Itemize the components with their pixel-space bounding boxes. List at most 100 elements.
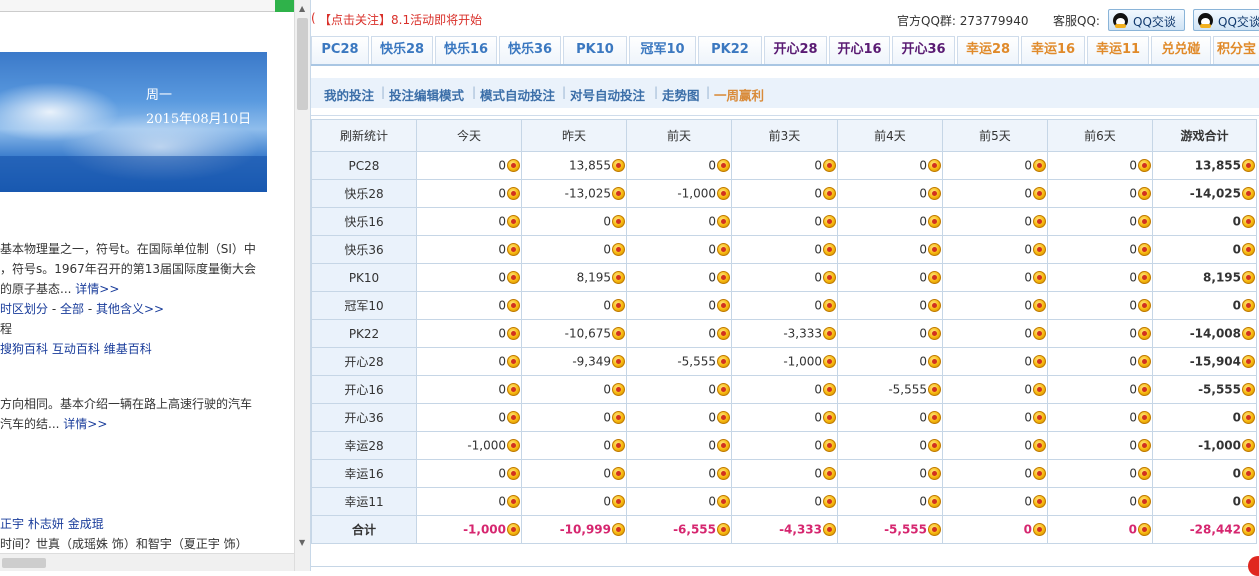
value-text: 0 <box>603 466 611 481</box>
value-text: 0 <box>708 326 716 341</box>
gold-coin-icon <box>823 411 836 425</box>
value-text: 0 <box>603 214 611 229</box>
scroll-up-arrow-icon[interactable]: ▲ <box>299 4 305 13</box>
snippet-line: 方向相同。基本介绍一辆在路上高速行驶的汽车 <box>0 396 252 412</box>
subnav-link[interactable]: 走势图 <box>662 85 700 104</box>
value-text: 0 <box>708 410 716 425</box>
follow-link[interactable]: 【点击关注】 <box>319 11 391 28</box>
qq-chat-button[interactable]: QQ交谈 <box>1108 9 1185 31</box>
value-text: 0 <box>498 466 506 481</box>
subnav-link[interactable]: 模式自动投注 <box>480 85 555 104</box>
value-text: 0 <box>603 410 611 425</box>
value-cell: 0 <box>521 207 627 236</box>
value-cell: -15,904 <box>1152 347 1257 376</box>
gold-coin-icon <box>717 495 730 509</box>
tab-game[interactable]: 快乐36 <box>499 36 561 64</box>
value-text: 0 <box>1024 494 1032 509</box>
snippet-link[interactable]: 搜狗百科 <box>0 342 48 356</box>
snippet-link[interactable]: 朴志妍 <box>28 517 64 531</box>
subnav-link[interactable]: 我的投注 <box>324 85 374 104</box>
value-text: -9,349 <box>572 354 611 369</box>
value-cell: 0 <box>731 235 838 264</box>
value-cell: -13,025 <box>521 179 627 208</box>
row-label: PC28 <box>311 151 417 180</box>
value-cell: 0 <box>626 375 732 404</box>
qq-chat-button[interactable]: QQ交谈 <box>1193 9 1259 31</box>
gold-coin-icon <box>507 299 520 313</box>
value-cell: 13,855 <box>521 151 627 180</box>
event-notice-link[interactable]: 8.1活动即将开始 <box>391 11 482 28</box>
gold-coin-icon <box>928 355 941 369</box>
value-cell: 0 <box>731 179 838 208</box>
subnav-link[interactable]: 一周赢利 <box>714 85 764 104</box>
column-header: 前6天 <box>1047 119 1153 152</box>
tab-game[interactable]: 快乐16 <box>435 36 497 64</box>
subnav-link[interactable]: 对号自动投注 <box>570 85 645 104</box>
tab-game[interactable]: 开心28 <box>764 36 827 64</box>
tab-game[interactable]: PK22 <box>698 36 762 64</box>
value-text: 0 <box>498 326 506 341</box>
snippet-link[interactable]: 金成琨 <box>68 517 104 531</box>
snippet-link[interactable]: 详情>> <box>71 282 119 296</box>
tab-game[interactable]: 冠军10 <box>629 36 696 64</box>
floating-red-badge[interactable] <box>1248 556 1259 576</box>
value-text: 0 <box>498 494 506 509</box>
row-label: 幸运28 <box>311 431 417 460</box>
value-cell: -6,555 <box>626 515 732 544</box>
value-cell: 0 <box>416 263 522 292</box>
snippet-link[interactable]: 正宇 <box>0 517 24 531</box>
tab-game[interactable]: 积分宝 <box>1213 36 1259 64</box>
tab-game[interactable]: 幸运16 <box>1021 36 1085 64</box>
tab-game[interactable]: 快乐28 <box>371 36 433 64</box>
value-text: -14,008 <box>1189 326 1241 341</box>
value-text: 0 <box>919 410 927 425</box>
value-cell: 0 <box>942 151 1048 180</box>
tab-game[interactable]: PK10 <box>563 36 627 64</box>
subnav-link[interactable]: 投注编辑模式 <box>389 85 464 104</box>
snippet-link[interactable]: 其他含义>> <box>96 302 164 316</box>
gold-coin-icon <box>1138 411 1151 425</box>
tab-game[interactable]: 开心36 <box>892 36 955 64</box>
value-text: -1,000 <box>463 522 506 537</box>
value-cell: -3,333 <box>731 319 838 348</box>
snippet-link[interactable]: 互动百科 <box>52 342 100 356</box>
value-cell: 0 <box>521 431 627 460</box>
value-text: -5,555 <box>884 522 927 537</box>
gold-coin-icon <box>1242 271 1255 285</box>
value-cell: 0 <box>1047 459 1153 488</box>
scroll-down-arrow-icon[interactable]: ▼ <box>299 538 305 547</box>
horizontal-scroll-thumb[interactable] <box>2 558 46 568</box>
gold-coin-icon <box>717 159 730 173</box>
snippet-link[interactable]: 时区划分 <box>0 302 48 316</box>
tab-game[interactable]: 幸运28 <box>957 36 1019 64</box>
tab-game[interactable]: 开心16 <box>829 36 890 64</box>
gold-coin-icon <box>1138 215 1151 229</box>
row-label: PK22 <box>311 319 417 348</box>
gold-coin-icon <box>717 383 730 397</box>
gold-coin-icon <box>717 243 730 257</box>
gold-coin-icon <box>823 215 836 229</box>
row-label: 冠军10 <box>311 291 417 320</box>
gold-coin-icon <box>507 271 520 285</box>
vertical-scrollbar[interactable]: ▲ ▼ <box>294 0 310 571</box>
snippet-text: 汽车的结... <box>0 417 60 431</box>
value-cell: 0 <box>942 487 1048 516</box>
snippet-link[interactable]: 详情>> <box>59 417 107 431</box>
refresh-stats-header[interactable]: 刷新统计 <box>311 119 417 152</box>
value-cell: 0 <box>942 319 1048 348</box>
gold-coin-icon <box>612 467 625 481</box>
value-cell: -5,555 <box>837 375 943 404</box>
value-cell: 0 <box>837 403 943 432</box>
snippet-link[interactable]: 全部 <box>60 302 84 316</box>
horizontal-scrollbar[interactable] <box>0 553 294 571</box>
vertical-scroll-thumb[interactable] <box>297 18 308 110</box>
tab-game[interactable]: 幸运11 <box>1087 36 1149 64</box>
gold-coin-icon <box>507 215 520 229</box>
value-text: -1,000 <box>467 438 506 453</box>
tab-game[interactable]: 兑兑碰 <box>1151 36 1211 64</box>
snippet-link[interactable]: 维基百科 <box>104 342 152 356</box>
gold-coin-icon <box>1242 383 1255 397</box>
nav-separator: | <box>706 85 711 99</box>
gold-coin-icon <box>1138 523 1151 537</box>
tab-game[interactable]: PC28 <box>311 36 369 64</box>
